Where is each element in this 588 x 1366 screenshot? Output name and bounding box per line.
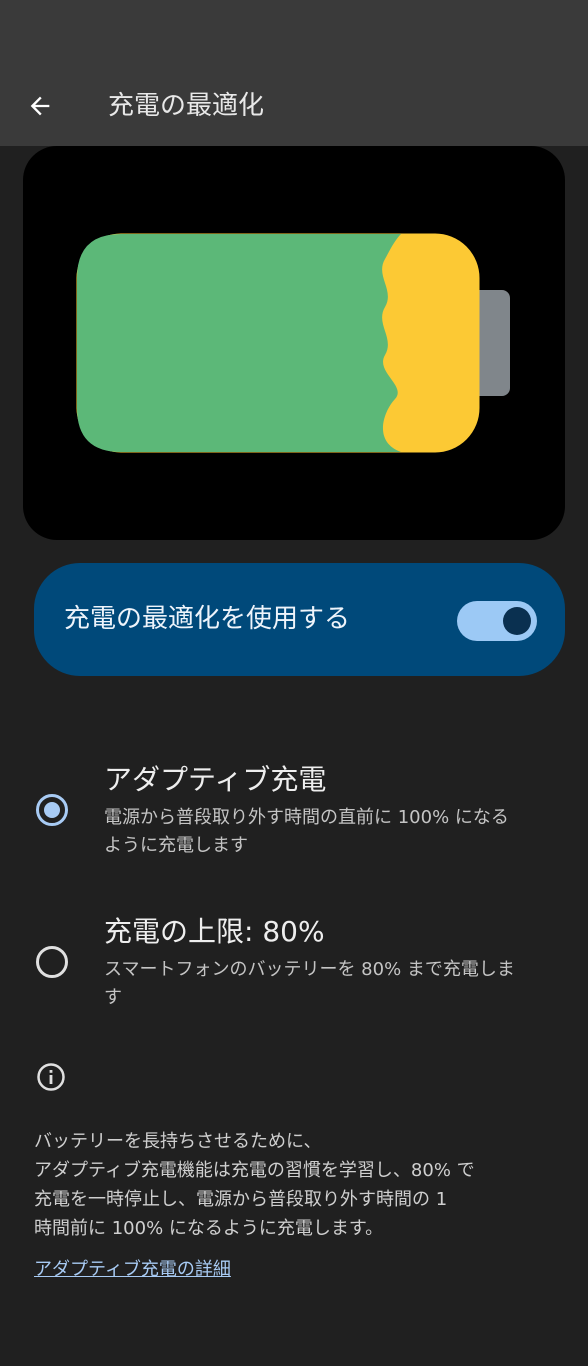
option-charge-limit[interactable]: 充電の上限: 80% スマートフォンのバッテリーを 80% まで充電します <box>0 912 588 1032</box>
toggle-label: 充電の最適化を使用する <box>64 604 351 634</box>
info-icon <box>37 1063 65 1091</box>
battery-illustration <box>23 146 565 540</box>
battery-fill-green <box>77 234 401 452</box>
switch-thumb <box>503 607 531 635</box>
toggle-switch[interactable] <box>457 601 537 641</box>
option-title: アダプティブ充電 <box>104 763 327 796</box>
option-description: スマートフォンのバッテリーを 80% まで充電します <box>104 959 515 1008</box>
use-optimization-toggle[interactable]: 充電の最適化を使用する <box>34 563 565 676</box>
radio-selected-icon[interactable] <box>36 794 68 826</box>
radio-unselected-icon[interactable] <box>36 946 68 978</box>
option-description: 電源から普段取り外す時間の直前に 100% になるように充電します <box>104 807 509 856</box>
page-title: 充電の最適化 <box>108 91 265 121</box>
status-bar <box>0 0 588 64</box>
learn-more-link[interactable]: アダプティブ充電の詳細 <box>34 1256 231 1284</box>
app-bar: 充電の最適化 <box>0 64 588 146</box>
option-adaptive-charging[interactable]: アダプティブ充電 電源から普段取り外す時間の直前に 100% になるように充電し… <box>0 760 588 880</box>
back-button[interactable] <box>18 84 62 128</box>
info-description: バッテリーを長持ちさせるために、 アダプティブ充電機能は充電の習慣を学習し、80… <box>34 1131 475 1239</box>
arrow-back-icon <box>30 96 50 116</box>
option-title: 充電の上限: 80% <box>104 915 325 948</box>
